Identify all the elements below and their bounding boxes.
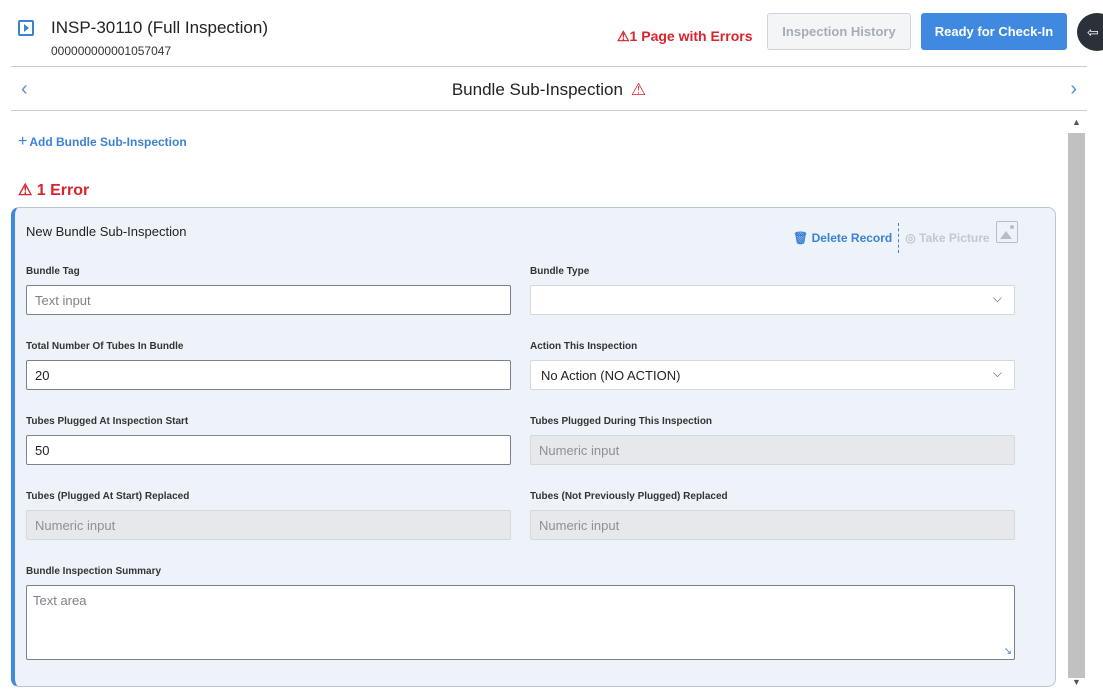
page-error-summary[interactable]: ⚠1 Page with Errors [617,28,752,45]
exit-icon[interactable]: ⇦ [1077,13,1103,51]
page-title: INSP-30110 (Full Inspection) [51,18,269,37]
ready-for-checkin-button[interactable]: Ready for Check-In [921,13,1067,50]
bundle-type-label: Bundle Type [530,266,590,277]
action-separator [898,223,900,253]
resize-handle-icon[interactable]: ↘ [1004,646,1012,657]
summary-label: Bundle Inspection Summary [26,566,162,577]
inspection-history-button[interactable]: Inspection History [767,13,911,50]
page-header: INSP-30110 (Full Inspection) 00000000000… [0,0,1103,66]
add-link-label: Add Bundle Sub-Inspection [29,135,187,149]
section-title: Bundle Sub-Inspection ⚠ [11,80,1087,100]
take-picture-button[interactable]: ◎ Take Picture [905,231,989,245]
card-title: New Bundle Sub-Inspection [26,224,187,239]
total-tubes-input[interactable]: 20 [26,360,511,390]
plugged-start-label: Tubes Plugged At Inspection Start [26,416,189,427]
panel-toggle-icon[interactable] [18,20,34,36]
section-title-label: Bundle Sub-Inspection [451,80,623,99]
add-bundle-sub-inspection-link[interactable]: + Add Bundle Sub-Inspection [18,133,187,151]
bundle-tag-input[interactable]: Text input [26,285,511,315]
replaced-not-plugged-input: Numeric input [530,510,1015,540]
sub-inspection-card: New Bundle Sub-Inspection 🗑 Delete Recor… [11,207,1056,687]
scroll-up-icon[interactable]: ▲ [1072,117,1081,127]
bundle-tag-label: Bundle Tag [26,266,80,277]
action-value: No Action (NO ACTION) [541,368,681,383]
image-icon[interactable] [996,221,1018,243]
summary-textarea[interactable]: Text area ↘ [26,585,1015,660]
chevron-down-icon: ⌵ [992,291,1002,305]
scroll-down-icon[interactable]: ▼ [1072,677,1081,687]
card-actions: 🗑 Delete Record ◎ Take Picture [793,223,990,253]
chevron-down-icon: ⌵ [992,366,1002,380]
replaced-plugged-input: Numeric input [26,510,511,540]
plugged-during-input: Numeric input [530,435,1015,465]
error-count: ⚠ 1 Error [18,182,90,199]
vertical-scrollbar[interactable]: ▲ ▼ [1068,115,1086,689]
replaced-not-plugged-label: Tubes (Not Previously Plugged) Replaced [530,491,728,502]
scroll-thumb[interactable] [1068,133,1085,678]
delete-record-button[interactable]: 🗑 Delete Record [793,231,892,245]
record-id: 000000000001057047 [51,44,172,58]
replaced-plugged-label: Tubes (Plugged At Start) Replaced [26,491,190,502]
action-label: Action This Inspection [530,341,638,352]
plugged-during-label: Tubes Plugged During This Inspection [530,416,713,427]
action-select[interactable]: No Action (NO ACTION) ⌵ [530,360,1015,390]
summary-placeholder: Text area [33,593,87,608]
bundle-type-select[interactable]: ⌵ [530,285,1015,315]
warning-icon: ⚠ [630,80,647,99]
plugged-start-input[interactable]: 50 [26,435,511,465]
section-navigation: ‹ Bundle Sub-Inspection ⚠ › [11,66,1087,111]
plus-icon: + [18,133,28,150]
next-section-button[interactable]: › [1070,78,1077,101]
total-tubes-label: Total Number Of Tubes In Bundle [26,341,184,352]
